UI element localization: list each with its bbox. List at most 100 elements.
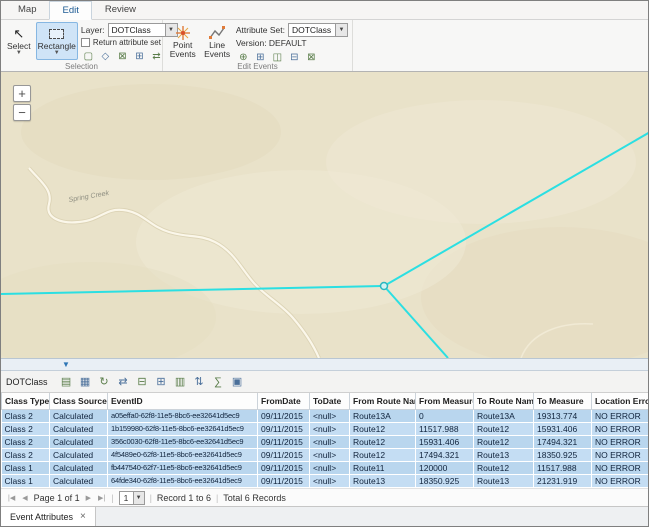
attribute-panel-toolbar: DOTClass ▤▦↻⇄⊟⊞▥⇅∑▣: [1, 371, 648, 393]
table-cell: 11517.988: [416, 422, 474, 435]
table-cell: <null>: [310, 474, 350, 487]
table-cell: Route12: [350, 422, 416, 435]
table-cell: a05effa0-62f8-11e5-8bc6-ee32641d5ec9: [108, 409, 258, 422]
expand-table-icon[interactable]: ▣: [229, 373, 246, 390]
table-cell: Calculated: [50, 435, 108, 448]
column-header-todate[interactable]: ToDate: [310, 393, 350, 409]
select-cursor-icon: ↖: [13, 25, 24, 42]
zoom-in-button[interactable]: +: [13, 85, 31, 102]
separator: |: [150, 493, 152, 503]
column-header-eventid[interactable]: EventID: [108, 393, 258, 409]
table-cell: 15931.406: [416, 435, 474, 448]
table-row[interactable]: Class 2Calculated1b159980-62f8-11e5-8bc6…: [2, 422, 649, 435]
sort-icon[interactable]: ⇅: [191, 373, 208, 390]
table-cell: Calculated: [50, 422, 108, 435]
tab-map[interactable]: Map: [5, 0, 49, 19]
close-icon[interactable]: ×: [80, 512, 86, 522]
table-cell: NO ERROR: [592, 422, 649, 435]
ribbon: ↖ Select ▼ Rectangle ▼ Layer: DOTClass ▼: [1, 20, 648, 72]
tab-review[interactable]: Review: [92, 0, 149, 19]
refresh-icon[interactable]: ↻: [96, 373, 113, 390]
show-all-records-icon[interactable]: ▤: [58, 373, 75, 390]
zoom-out-button[interactable]: −: [13, 104, 31, 121]
column-header-class-type[interactable]: Class Type: [2, 393, 50, 409]
table-cell: 356c0030-62f8-11e5-8bc6-ee32641d5ec9: [108, 435, 258, 448]
point-events-icon: [175, 25, 191, 41]
attribute-set-value: DOTClass: [289, 24, 335, 36]
next-page-button[interactable]: ▶: [85, 494, 92, 502]
save-edits-icon[interactable]: ⊟: [134, 373, 151, 390]
column-header-class-source[interactable]: Class Source: [50, 393, 108, 409]
tab-event-attributes[interactable]: Event Attributes ×: [1, 507, 96, 526]
ribbon-group-selection: ↖ Select ▼ Rectangle ▼ Layer: DOTClass ▼: [1, 20, 163, 71]
chevron-down-icon: ▼: [133, 492, 144, 504]
total-records-text: Total 6 Records: [223, 493, 286, 503]
table-cell: 19313.774: [534, 409, 592, 422]
point-events-button[interactable]: Point Events: [167, 22, 198, 60]
table-cell: Route13: [474, 448, 534, 461]
table-cell: 11517.988: [534, 461, 592, 474]
table-cell: Class 2: [2, 448, 50, 461]
version-label: Version: DEFAULT: [236, 38, 307, 48]
return-attribute-set-label: Return attribute set: [93, 38, 161, 47]
table-row[interactable]: Class 2Calculated356c0030-62f8-11e5-8bc6…: [2, 435, 649, 448]
table-cell: <null>: [310, 422, 350, 435]
attribute-set-label: Attribute Set:: [236, 25, 285, 35]
table-cell: NO ERROR: [592, 435, 649, 448]
status-tab-bar: Event Attributes ×: [1, 506, 648, 526]
switch-selection-icon[interactable]: ⇄: [115, 373, 132, 390]
table-cell: Calculated: [50, 409, 108, 422]
page-number-value: 1: [120, 493, 133, 503]
previous-page-button[interactable]: ◀: [21, 494, 28, 502]
add-record-icon[interactable]: ⊞: [153, 373, 170, 390]
rectangle-tool-button[interactable]: Rectangle ▼: [36, 22, 78, 60]
show-selected-records-icon[interactable]: ▦: [77, 373, 94, 390]
line-events-button[interactable]: Line Events: [201, 22, 232, 60]
table-cell: <null>: [310, 461, 350, 474]
table-cell: 17494.321: [534, 435, 592, 448]
table-cell: NO ERROR: [592, 409, 649, 422]
map-canvas[interactable]: Spring Creek: [1, 72, 648, 358]
return-attribute-set-checkbox[interactable]: [81, 38, 90, 47]
column-header-from-measure[interactable]: From Measure: [416, 393, 474, 409]
table-cell: <null>: [310, 409, 350, 422]
select-tool-button[interactable]: ↖ Select ▼: [5, 22, 33, 60]
table-cell: 18350.925: [416, 474, 474, 487]
panel-divider: ▼: [1, 358, 648, 371]
column-header-from-route-name[interactable]: From Route Name: [350, 393, 416, 409]
group-label-selection: Selection: [1, 62, 162, 71]
layer-value: DOTClass: [109, 24, 165, 36]
column-header-location-error[interactable]: Location Error: [592, 393, 649, 409]
table-cell: Route13A: [350, 409, 416, 422]
route-junction-vertex[interactable]: [381, 283, 388, 290]
field-calculator-icon[interactable]: ∑: [210, 373, 227, 390]
line-events-icon: [209, 25, 225, 41]
table-cell: Route12: [350, 448, 416, 461]
table-row[interactable]: Class 2Calculateda05effa0-62f8-11e5-8bc6…: [2, 409, 649, 422]
group-label-edit-events: Edit Events: [163, 62, 352, 71]
attribute-table-icon[interactable]: ▥: [172, 373, 189, 390]
table-cell: NO ERROR: [592, 474, 649, 487]
table-cell: Route13: [350, 474, 416, 487]
tab-edit[interactable]: Edit: [49, 1, 91, 20]
chevron-down-icon: ▼: [16, 51, 22, 56]
page-number-select[interactable]: 1 ▼: [119, 491, 145, 505]
collapse-panel-button[interactable]: ▼: [51, 359, 81, 370]
page-indicator: Page 1 of 1: [34, 493, 80, 503]
ribbon-group-edit-events: Point Events Line Events Attribute Set: …: [163, 20, 353, 71]
table-cell: Class 2: [2, 409, 50, 422]
table-row[interactable]: Class 1Calculatedfb447540-62f7-11e5-8bc6…: [2, 461, 649, 474]
attribute-table: Class TypeClass SourceEventIDFromDateToD…: [1, 393, 648, 488]
table-cell: Calculated: [50, 461, 108, 474]
table-cell: 09/11/2015: [258, 461, 310, 474]
rectangle-select-icon: [49, 25, 64, 42]
column-header-fromdate[interactable]: FromDate: [258, 393, 310, 409]
table-row[interactable]: Class 1Calculated64fde340-62f8-11e5-8bc6…: [2, 474, 649, 487]
table-cell: 21231.919: [534, 474, 592, 487]
table-row[interactable]: Class 2Calculated4f5489e0-62f8-11e5-8bc6…: [2, 448, 649, 461]
column-header-to-measure[interactable]: To Measure: [534, 393, 592, 409]
first-page-button[interactable]: |◀: [7, 494, 16, 502]
attribute-set-select[interactable]: DOTClass ▼: [288, 23, 348, 37]
column-header-to-route-name[interactable]: To Route Name: [474, 393, 534, 409]
last-page-button[interactable]: ▶|: [97, 494, 106, 502]
